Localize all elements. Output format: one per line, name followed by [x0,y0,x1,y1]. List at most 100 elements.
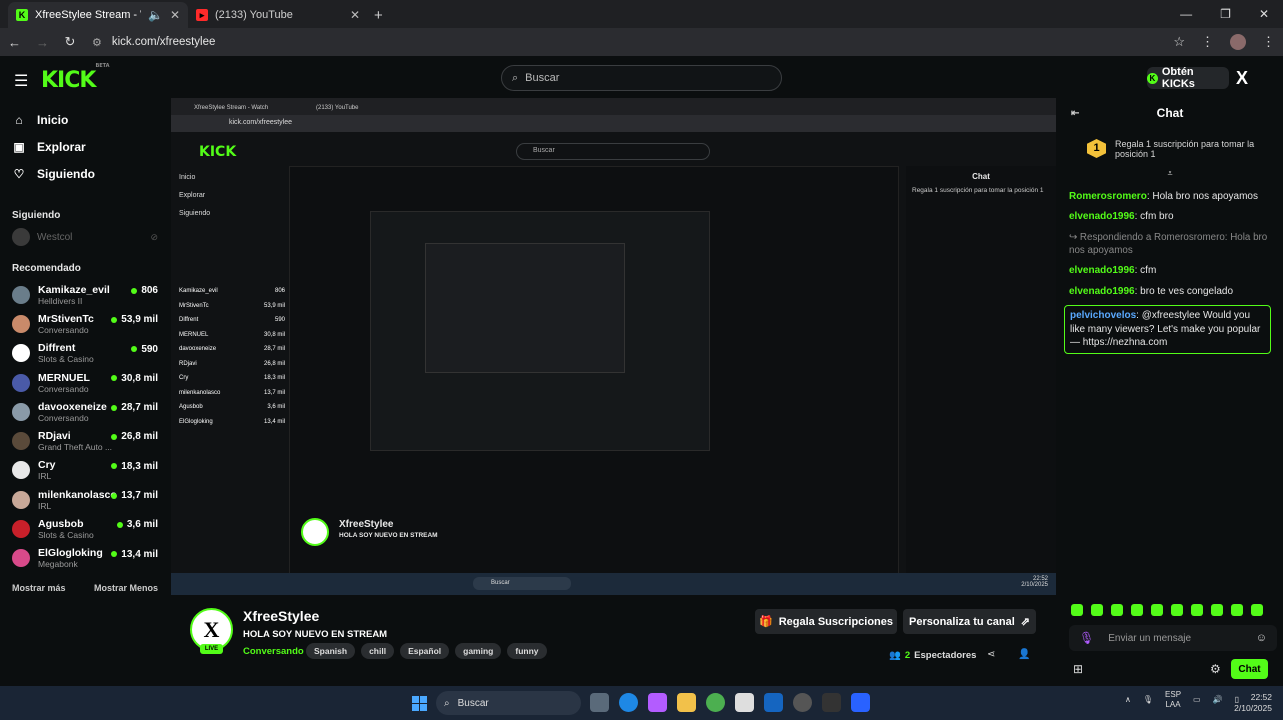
search-input[interactable]: ⌕ Buscar [501,65,782,91]
streamer-name[interactable]: XfreeStylee [243,608,319,624]
new-tab-icon[interactable]: + [374,2,383,28]
chat-message[interactable]: Romerosromero: Hola bro nos apoyamos [1069,190,1271,204]
taskbar-search[interactable]: ⌕ Buscar [436,691,581,715]
sidebar-item-inicio[interactable]: ⌂ Inicio [0,106,170,133]
reload-icon[interactable]: ↻ [64,34,76,50]
show-more-link[interactable]: Mostrar más [12,583,66,593]
add-user-icon[interactable]: 👤 [1018,649,1030,660]
share-icon[interactable]: ⋖ [987,649,995,660]
chat-username[interactable]: elvenado1996 [1069,211,1135,222]
extensions-icon[interactable]: ⋮ [1201,34,1214,50]
sidebar-item-explorar[interactable]: ▣ Explorar [0,133,170,160]
emote-icon[interactable] [1211,604,1223,616]
store-icon[interactable] [735,693,754,712]
browser-tab-youtube[interactable]: ▸ (2133) YouTube ✕ [188,2,368,28]
recommended-item[interactable]: Agusbob Slots & Casino 3,6 mil [0,514,170,543]
emote-icon[interactable] [1251,604,1263,616]
chevron-down-icon[interactable]: ⩡ [1057,168,1283,179]
browser-tab-kick[interactable]: K XfreeStylee Stream - Watch 🔈 ✕ [8,2,188,28]
following-item-westcol[interactable]: Westcol ⊘ [0,225,170,249]
bookmark-star-icon[interactable]: ☆ [1173,34,1185,50]
gear-icon[interactable]: ⚙ [1210,662,1221,676]
app-icon-2[interactable] [851,693,870,712]
close-tab-icon[interactable]: ✕ [170,8,180,22]
emote-icon[interactable] [1091,604,1103,616]
recommended-item[interactable]: davooxeneize Conversando 28,7 mil [0,397,170,426]
kick-logo[interactable]: KICKBETA [41,63,110,93]
emoji-icon[interactable]: ☺ [1256,632,1267,644]
recommended-item[interactable]: RDjavi Grand Theft Auto ... 26,8 mil [0,426,170,455]
obs-icon[interactable] [793,693,812,712]
network-icon[interactable]: ▭ [1193,695,1201,704]
recommended-item[interactable]: MERNUEL Conversando 30,8 mil [0,368,170,397]
customize-channel-button[interactable]: Personaliza tu canal ⇗ [903,609,1036,634]
audio-icon[interactable]: 🔈 [148,8,163,22]
site-info-icon[interactable]: ⚙ [92,36,102,49]
gift-icon[interactable]: ⊞ [1073,662,1083,676]
pinned-gift-banner[interactable]: 1 Regala 1 suscripción para tomar la pos… [1057,126,1283,160]
emote-icon[interactable] [1231,604,1243,616]
stream-tag[interactable]: Español [400,643,450,659]
url-field[interactable]: ⚙ kick.com/xfreestylee [92,31,1157,53]
chat-message[interactable]: elvenado1996: bro te ves congelado [1069,285,1271,299]
x-social-icon[interactable]: X [1236,68,1248,89]
sidebar-item-siguiendo[interactable]: ♡ Siguiendo [0,160,170,187]
microphone-icon[interactable]: 🎙 [1143,695,1153,704]
chrome-icon[interactable] [706,693,725,712]
chat-username[interactable]: Romerosromero [1069,191,1147,202]
edge-icon[interactable] [619,693,638,712]
back-icon[interactable]: ← [8,35,21,50]
chat-username[interactable]: pelvichovelos [1070,310,1136,321]
microphone-icon[interactable]: 🎙 [1079,631,1094,645]
emote-icon[interactable] [1191,604,1203,616]
recommended-title: Recomendado [12,263,81,274]
video-player[interactable]: XfreeStylee Stream - Watch (2133) YouTub… [171,98,1056,595]
chevron-up-icon[interactable]: ∧ [1125,695,1131,704]
emote-icon[interactable] [1111,604,1123,616]
copilot-icon[interactable] [648,693,667,712]
recommended-item[interactable]: Kamikaze_evil Helldivers II 806 [0,280,170,309]
emote-icon[interactable] [1171,604,1183,616]
minimize-icon[interactable]: — [1180,7,1192,21]
emote-icon[interactable] [1151,604,1163,616]
chat-reply-context[interactable]: ↪ Respondiendo a Romerosromero: Hola bro… [1069,231,1271,257]
menu-icon[interactable]: ⋮ [1262,34,1275,50]
recommended-item[interactable]: milenkanolasco IRL 13,7 mil [0,485,170,514]
profile-avatar[interactable] [1230,34,1246,50]
close-tab-icon[interactable]: ✕ [350,8,360,22]
window-close-icon[interactable]: ✕ [1259,7,1269,21]
outlook-icon[interactable] [764,693,783,712]
stream-tag[interactable]: funny [507,643,547,659]
collapse-chat-icon[interactable]: ⇤ [1071,108,1079,119]
send-chat-button[interactable]: Chat [1231,659,1268,679]
recommended-item[interactable]: Cry IRL 18,3 mil [0,456,170,485]
chat-message[interactable]: elvenado1996: cfm bro [1069,210,1271,224]
file-explorer-icon[interactable] [677,693,696,712]
chat-username[interactable]: elvenado1996 [1069,286,1135,297]
taskbar-clock[interactable]: 22:52 2/10/2025 [1230,692,1272,715]
volume-icon[interactable]: 🔊 [1213,695,1223,704]
recommended-item[interactable]: MrStivenTc Conversando 53,9 mil [0,309,170,338]
recommended-item[interactable]: ElGlogloking Megabonk 13,4 mil [0,544,170,573]
hamburger-menu-icon[interactable]: ☰ [14,71,28,91]
gift-subs-button[interactable]: 🎁 Regala Suscripciones [755,609,897,634]
show-less-link[interactable]: Mostrar Menos [94,583,158,593]
maximize-icon[interactable]: ❐ [1220,7,1231,21]
chat-username[interactable]: elvenado1996 [1069,265,1135,276]
stream-category[interactable]: Conversando [243,646,304,657]
recommended-item[interactable]: Diffrent Slots & Casino 590 [0,339,170,368]
task-view-icon[interactable] [590,693,609,712]
stream-tag[interactable]: chill [361,643,395,659]
stream-tag[interactable]: gaming [455,643,502,659]
get-kicks-button[interactable]: K Obtén KICKs [1147,66,1229,90]
forward-icon[interactable]: → [36,35,49,50]
stream-tag[interactable]: Spanish [306,643,356,659]
windows-start-icon[interactable] [412,696,427,711]
language-indicator[interactable]: ESP LAA [1165,690,1181,709]
app-icon[interactable] [822,693,841,712]
emote-icon[interactable] [1071,604,1083,616]
chat-message[interactable]: pelvichovelos: @xfreestylee Would you li… [1064,305,1271,354]
chat-message-input[interactable]: 🎙 Enviar un mensaje ☺ [1069,625,1277,651]
emote-icon[interactable] [1131,604,1143,616]
chat-message[interactable]: elvenado1996: cfm [1069,264,1271,278]
